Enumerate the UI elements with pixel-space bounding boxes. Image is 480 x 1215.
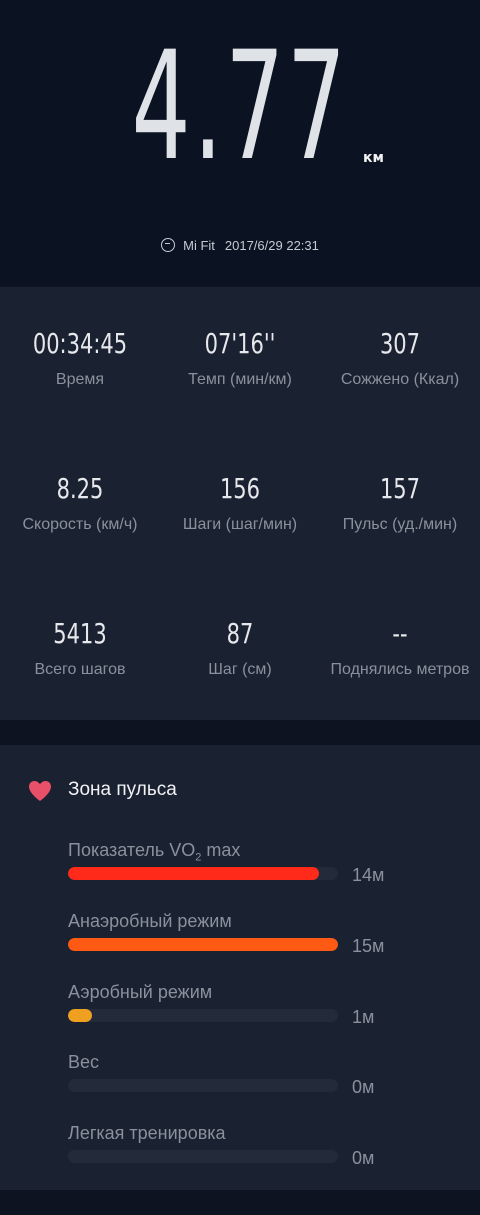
stat-cell: 5413 Всего шагов [0, 617, 160, 679]
stat-label: Скорость (км/ч) [22, 516, 138, 533]
zone-name: Вес [68, 1052, 100, 1072]
stat-value: 87 [226, 617, 254, 650]
stats-grid: 00:34:45 Время 07'16'' Темп (мин/км) 307 Сожж… [0, 287, 480, 720]
source-name: Mi Fit [183, 238, 215, 253]
stat-cell: -- Поднялись метров [320, 617, 480, 679]
zone-row: Показатель VO2 max 14м [0, 840, 480, 890]
zone-row: Вес 0м [0, 1052, 480, 1102]
zone-time: 14м [352, 865, 385, 885]
stat-cell: 8.25 Скорость (км/ч) [0, 472, 160, 534]
stat-label: Шаги (шаг/мин) [182, 516, 298, 533]
stat-label: Пульс (уд./мин) [342, 516, 458, 533]
distance-unit: км [363, 150, 384, 166]
stat-cell: 157 Пульс (уд./мин) [320, 472, 480, 534]
stat-value: 8.25 [56, 472, 104, 505]
stat-value: 00:34:45 [32, 327, 128, 360]
stat-label: Всего шагов [34, 661, 126, 678]
zone-progress-fill [68, 867, 320, 880]
stat-label: Шаг (см) [208, 661, 272, 678]
stat-value: 156 [219, 472, 261, 505]
zone-row: Аэробный режим 1м [0, 982, 480, 1032]
zone-progress-fill [68, 938, 338, 951]
zone-progress-track [68, 1009, 338, 1022]
zone-progress-track [68, 1079, 338, 1092]
zone-time: 1м [352, 1007, 375, 1027]
workout-datetime: 2017/6/29 22:31 [224, 238, 319, 253]
stat-cell: 87 Шаг (см) [160, 617, 320, 679]
zone-progress-track [68, 867, 338, 880]
bottom-bar [0, 1190, 480, 1215]
stat-value: -- [392, 617, 408, 650]
stat-value: 5413 [53, 617, 107, 650]
stat-label: Время [55, 371, 105, 388]
distance-value: 4.77 [131, 20, 349, 194]
zone-name: Показатель VO2 max [68, 840, 241, 864]
zone-progress-track [68, 938, 338, 951]
zone-progress-fill [68, 1009, 93, 1022]
stat-cell: 156 Шаги (шаг/мин) [160, 472, 320, 534]
zone-row: Легкая тренировка 0м [0, 1123, 480, 1173]
zone-time: 0м [352, 1148, 375, 1168]
source-row: Mi Fit 2017/6/29 22:31 [0, 238, 480, 253]
stat-label: Сожжено (Ккал) [340, 371, 460, 388]
summary-header: 4.77 км Mi Fit 2017/6/29 22:31 [0, 0, 480, 285]
zone-time: 15м [352, 936, 385, 956]
stat-value: 07'16'' [204, 327, 276, 360]
stat-label: Темп (мин/км) [188, 371, 292, 388]
zone-name: Аэробный режим [68, 982, 213, 1002]
zone-time: 0м [352, 1077, 375, 1097]
zone-name: Легкая тренировка [68, 1123, 226, 1143]
stat-value: 157 [379, 472, 421, 505]
zones-title: Зона пульса [68, 779, 177, 800]
stat-value: 307 [379, 327, 421, 360]
mi-fit-icon [161, 238, 176, 252]
heart-rate-zones: Зона пульса Показатель VO2 max 14м Анаэроб… [0, 745, 480, 1190]
stat-label: Поднялись метров [330, 661, 470, 678]
zone-name: Анаэробный режим [68, 911, 232, 931]
stat-cell: 07'16'' Темп (мин/км) [160, 327, 320, 389]
stat-cell: 00:34:45 Время [0, 327, 160, 389]
heart-icon [29, 781, 51, 801]
zone-row: Анаэробный режим 15м [0, 911, 480, 961]
zone-progress-track [68, 1150, 338, 1163]
stat-cell: 307 Сожжено (Ккал) [320, 327, 480, 389]
